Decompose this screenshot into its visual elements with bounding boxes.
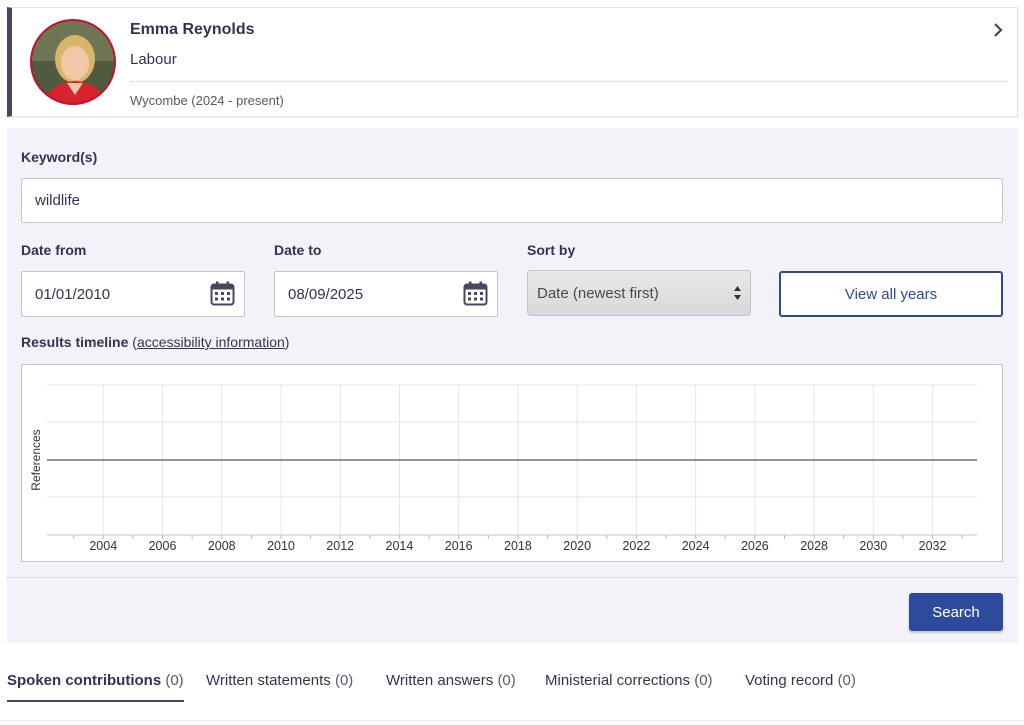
x-tick-label: 2030: [859, 539, 887, 553]
tab-written-statements[interactable]: Written statements (0): [206, 672, 353, 702]
x-tick-label: 2024: [682, 539, 710, 553]
x-tick-label: 2020: [563, 539, 591, 553]
x-tick-label: 2008: [208, 539, 236, 553]
tab-label: Voting record: [745, 672, 834, 689]
tab-count: (0): [837, 672, 856, 689]
tab-count: (0): [165, 672, 184, 689]
select-arrows-icon: [734, 286, 741, 300]
tab-count: (0): [694, 672, 713, 689]
x-tick-label: 2026: [741, 539, 769, 553]
sort-by-value: Date (newest first): [537, 284, 659, 302]
tab-label: Ministerial corrections: [545, 672, 691, 689]
tab-count: (0): [334, 672, 354, 689]
tab-label: Written answers: [386, 672, 494, 689]
tab-written-answers[interactable]: Written answers (0): [386, 672, 516, 702]
member-divider: [130, 81, 1007, 82]
member-card[interactable]: Emma Reynolds Labour Wycombe (2024 - pre…: [7, 7, 1018, 117]
keyword-input[interactable]: wildlife: [21, 178, 1003, 223]
x-tick-label: 2004: [89, 539, 117, 553]
tab-voting-record[interactable]: Voting record (0): [745, 672, 856, 702]
date-from-input[interactable]: 01/01/2010: [21, 271, 245, 317]
x-tick-label: 2012: [326, 539, 354, 553]
timeline-heading: Results timeline (accessibility informat…: [21, 334, 289, 350]
chevron-right-icon[interactable]: [991, 22, 1005, 38]
keyword-label: Keyword(s): [21, 149, 98, 165]
date-to-input[interactable]: 08/09/2025: [274, 271, 498, 317]
timeline-paren-close: ): [284, 334, 290, 350]
x-tick-label: 2006: [149, 539, 177, 553]
x-tick-label: 2016: [445, 539, 473, 553]
x-tick-label: 2032: [919, 539, 947, 553]
timeline-chart-svg: 2004 2006 2008 2010 2012 2014 2016 2018 2020 2022…: [29, 384, 977, 553]
search-panel: Keyword(s) wildlife Date from 01/01/2010…: [7, 128, 1018, 643]
tabs-divider: [0, 720, 1024, 721]
sort-by-label: Sort by: [527, 242, 576, 258]
calendar-icon[interactable]: [463, 281, 488, 306]
x-tick-label: 2014: [386, 539, 414, 553]
search-button[interactable]: Search: [909, 593, 1003, 631]
tab-label: Written statements: [206, 672, 331, 689]
calendar-icon[interactable]: [210, 281, 235, 306]
tab-ministerial-corrections[interactable]: Ministerial corrections (0): [545, 672, 713, 702]
member-name: Emma Reynolds: [130, 21, 255, 38]
date-to-label: Date to: [274, 242, 322, 258]
tab-count: (0): [497, 672, 516, 689]
timeline-title: Results timeline: [21, 334, 129, 350]
x-tick-label: 2018: [504, 539, 532, 553]
member-party: Labour: [130, 51, 177, 68]
date-from-label: Date from: [21, 242, 87, 258]
view-all-years-button[interactable]: View all years: [779, 271, 1003, 317]
x-tick-label: 2010: [267, 539, 295, 553]
tab-spoken-contributions[interactable]: Spoken contributions (0): [7, 672, 184, 702]
y-axis-label: References: [29, 429, 43, 490]
x-tick-label: 2022: [622, 539, 650, 553]
date-from-value: 01/01/2010: [35, 285, 111, 303]
tab-label: Spoken contributions: [7, 672, 162, 689]
accessibility-info-link[interactable]: accessibility information: [137, 334, 285, 350]
member-avatar: [30, 19, 116, 105]
sort-by-select[interactable]: Date (newest first): [527, 270, 751, 316]
member-constituency: Wycombe (2024 - present): [130, 93, 284, 108]
x-tick-label: 2028: [800, 539, 828, 553]
results-timeline-chart: 2004 2006 2008 2010 2012 2014 2016 2018 2020 2022…: [21, 364, 1003, 562]
keyword-input-value: wildlife: [35, 192, 81, 209]
panel-divider: [7, 577, 1018, 578]
date-to-value: 08/09/2025: [288, 285, 364, 303]
